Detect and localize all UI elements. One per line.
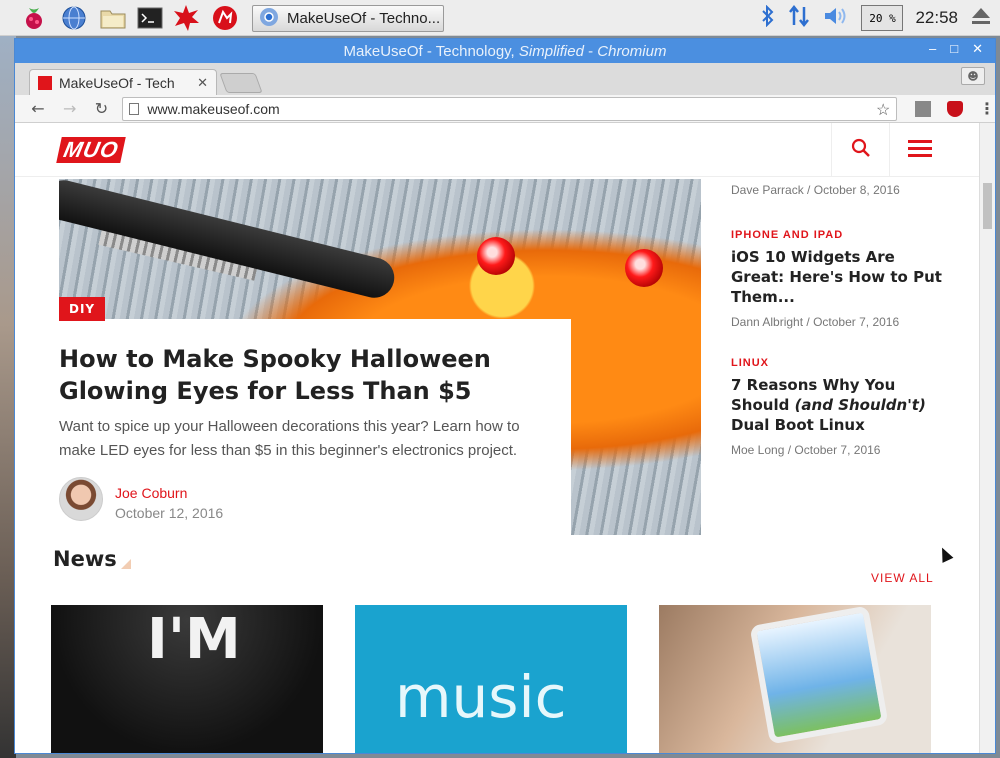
sidebar-item-date: October 7, 2016 [813, 315, 900, 329]
url-text: www.makeuseof.com [147, 100, 280, 117]
minimize-icon[interactable]: – [929, 41, 936, 57]
system-tray: 20 % 22:58 [761, 0, 992, 36]
window-title: MakeUseOf - Technology, Simplified - Chr… [343, 42, 667, 60]
category-tag[interactable]: DIY [59, 297, 106, 321]
site-header: MUO [15, 123, 979, 177]
adblock-shield-icon[interactable] [947, 100, 964, 117]
scrollbar-thumb[interactable] [983, 183, 992, 229]
web-browser-globe-icon[interactable] [60, 4, 88, 32]
web-page: MUO DIY How to Make Spooky Halloween Glo… [15, 123, 979, 753]
sidebar-top-author[interactable]: Dave Parrack [731, 183, 804, 197]
sidebar-item[interactable]: LINUX 7 Reasons Why You Should (and Shou… [731, 357, 951, 457]
article-date: October 12, 2016 [115, 505, 224, 521]
phone-image [749, 605, 889, 745]
featured-title[interactable]: How to Make Spooky Halloween Glowing Eye… [59, 343, 559, 407]
raspberry-menu-icon[interactable] [20, 4, 48, 32]
profile-icon[interactable]: ☻ [961, 67, 985, 85]
sidebar-item-category[interactable]: LINUX [731, 357, 951, 369]
cpu-usage-monitor[interactable]: 20 % [861, 5, 904, 31]
news-thumbnail-1[interactable]: I'M [51, 605, 323, 753]
extension-icon[interactable] [915, 100, 932, 117]
clock[interactable]: 22:58 [915, 8, 958, 28]
news-thumbnail-3[interactable] [659, 605, 931, 753]
bookmark-star-icon[interactable]: ☆ [876, 100, 890, 120]
sidebar-top-meta: Dave Parrack / October 8, 2016 [731, 183, 900, 197]
browser-toolbar: ← → ↻ www.makeuseof.com ☆ ⋮ [15, 95, 995, 123]
hero-image-eye-right [625, 249, 663, 287]
featured-article-text: DIY How to Make Spooky Halloween Glowing… [59, 179, 619, 535]
sidebar-item-date: October 7, 2016 [794, 443, 881, 457]
hamburger-menu-icon [907, 139, 932, 161]
forward-arrow-icon[interactable]: → [59, 98, 81, 120]
page-scrollbar[interactable] [979, 123, 995, 753]
view-all-link[interactable]: VIEW ALL [871, 571, 934, 585]
news-thumbnail-1-text: I'M [147, 607, 241, 672]
terminal-icon[interactable] [136, 4, 164, 32]
taskbar-window-title: MakeUseOf - Techno... [287, 10, 441, 27]
page-icon [129, 102, 140, 115]
chromium-icon [259, 7, 279, 31]
search-button[interactable] [831, 123, 889, 177]
featured-description: Want to spice up your Halloween decorati… [59, 418, 520, 459]
eject-icon[interactable] [970, 5, 992, 31]
taskbar-chromium-window-button[interactable]: MakeUseOf - Techno... [252, 5, 444, 32]
sidebar-item-author[interactable]: Dann Albright [731, 315, 803, 329]
window-titlebar[interactable]: MakeUseOf - Technology, Simplified - Chr… [15, 39, 995, 63]
wolfram-icon[interactable] [211, 4, 239, 32]
tab-strip: MakeUseOf - Tech ✕ ☻ [15, 63, 995, 95]
back-arrow-icon[interactable]: ← [27, 98, 49, 120]
site-logo[interactable]: MUO [56, 137, 127, 163]
sidebar-item-meta: Moe Long / October 7, 2016 [731, 443, 881, 457]
sidebar-item-title[interactable]: iOS 10 Widgets Are Great: Here's How to … [731, 247, 951, 307]
tab-makeuseof[interactable]: MakeUseOf - Tech ✕ [29, 69, 217, 95]
author-avatar[interactable] [59, 477, 103, 521]
sidebar-item-title[interactable]: 7 Reasons Why You Should (and Shouldn't)… [731, 375, 951, 435]
network-arrows-icon[interactable] [787, 4, 811, 32]
cpu-unit: % [889, 11, 896, 25]
news-thumbnail-2-text: music [395, 663, 567, 731]
mathematica-star-icon[interactable] [172, 4, 200, 32]
menu-button[interactable] [889, 123, 949, 177]
sidebar-item[interactable]: IPHONE AND IPAD iOS 10 Widgets Are Great… [731, 229, 951, 329]
new-tab-button[interactable] [219, 73, 263, 93]
news-thumbnail-2[interactable]: music [355, 605, 627, 753]
sidebar-articles: Dave Parrack / October 8, 2016 IPHONE AN… [731, 183, 951, 457]
chrome-menu-icon[interactable]: ⋮ [979, 99, 995, 118]
sidebar-top-date: October 8, 2016 [813, 183, 900, 197]
chromium-window: MakeUseOf - Technology, Simplified - Chr… [14, 38, 996, 754]
cpu-percent: 20 [869, 11, 883, 25]
reload-icon[interactable]: ↻ [91, 98, 113, 120]
close-tab-icon[interactable]: ✕ [197, 75, 208, 91]
sidebar-item-meta: Dann Albright / October 7, 2016 [731, 315, 900, 329]
volume-icon[interactable] [823, 5, 849, 31]
address-bar[interactable]: www.makeuseof.com ☆ [122, 96, 898, 121]
search-icon [851, 138, 871, 162]
muo-favicon-icon [38, 75, 52, 90]
sidebar-item-category[interactable]: IPHONE AND IPAD [731, 229, 951, 241]
file-manager-folder-icon[interactable] [99, 4, 127, 32]
news-heading-decoration [121, 559, 131, 569]
author-name[interactable]: Joe Coburn [115, 485, 187, 501]
taskbar: MakeUseOf - Techno... 20 % 22:58 [0, 0, 1000, 36]
bluetooth-icon[interactable] [761, 4, 775, 31]
maximize-icon[interactable]: □ [950, 41, 958, 57]
sidebar-item-author[interactable]: Moe Long [731, 443, 784, 457]
tab-label: MakeUseOf - Tech [59, 74, 175, 91]
close-window-icon[interactable]: ✕ [972, 41, 983, 57]
news-section-heading: News [53, 547, 117, 571]
